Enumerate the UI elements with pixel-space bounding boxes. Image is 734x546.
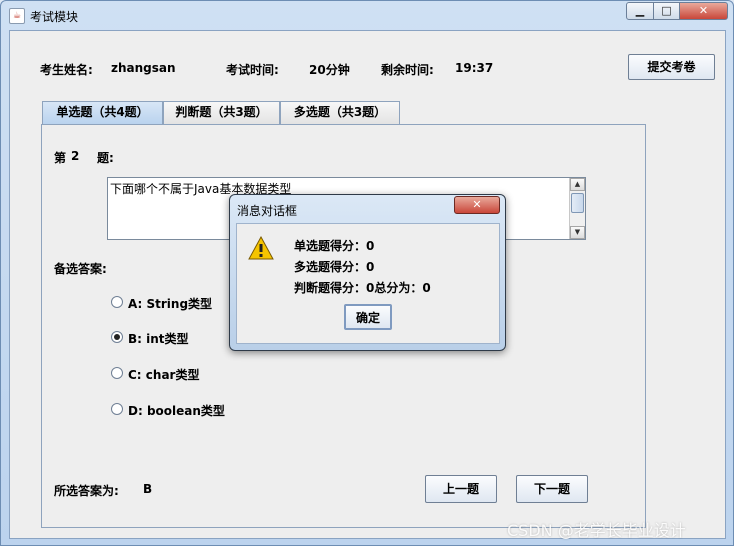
option-b-label[interactable]: B: int类型 bbox=[128, 330, 189, 347]
dialog-line-multiple: 多选题得分：0 bbox=[294, 260, 375, 274]
option-d-label[interactable]: D: boolean类型 bbox=[128, 402, 225, 419]
title-bar[interactable]: ☕ 考试模块 ▁ □ ✕ bbox=[1, 1, 733, 29]
dialog-body: 单选题得分：0 多选题得分：0 判断题得分：0总分为：0 确定 bbox=[236, 223, 500, 344]
option-a-radio[interactable] bbox=[111, 296, 123, 308]
option-c-radio[interactable] bbox=[111, 367, 123, 379]
next-question-button[interactable]: 下一题 bbox=[516, 475, 588, 503]
remaining-time-value: 19:37 bbox=[455, 61, 494, 75]
tab-single-choice[interactable]: 单选题（共4题） bbox=[42, 101, 163, 125]
minimize-button[interactable]: ▁ bbox=[626, 2, 654, 20]
selected-answer-value: B bbox=[143, 482, 153, 496]
student-name-label: 考生姓名: bbox=[40, 63, 93, 77]
options-label: 备选答案: bbox=[54, 262, 107, 276]
dialog-close-button[interactable]: ✕ bbox=[454, 196, 500, 214]
option-b-radio[interactable] bbox=[111, 331, 123, 343]
previous-question-button[interactable]: 上一题 bbox=[425, 475, 497, 503]
tab-true-false[interactable]: 判断题（共3题） bbox=[163, 101, 280, 124]
scroll-up-icon[interactable]: ▲ bbox=[570, 178, 585, 191]
warning-icon bbox=[248, 236, 274, 260]
question-number-suffix: 题: bbox=[97, 151, 114, 165]
scroll-down-icon[interactable]: ▼ bbox=[570, 226, 585, 239]
student-name-value: zhangsan bbox=[111, 61, 176, 75]
maximize-button[interactable]: □ bbox=[653, 2, 680, 20]
dialog-line-single: 单选题得分：0 bbox=[294, 239, 375, 253]
question-scrollbar[interactable]: ▲ ▼ bbox=[569, 178, 585, 239]
selected-answer-label: 所选答案为: bbox=[54, 484, 119, 498]
submit-exam-button[interactable]: 提交考卷 bbox=[628, 54, 715, 80]
question-number: 2 bbox=[71, 149, 80, 163]
question-number-prefix: 第 bbox=[54, 151, 67, 165]
option-a-label[interactable]: A: String类型 bbox=[128, 295, 212, 312]
exam-time-label: 考试时间: bbox=[226, 63, 279, 77]
csdn-watermark: CSDN @老学长毕业设计 bbox=[507, 521, 686, 540]
exam-time-value: 20分钟 bbox=[309, 63, 350, 77]
option-c-label[interactable]: C: char类型 bbox=[128, 366, 199, 383]
java-app-icon: ☕ bbox=[9, 8, 25, 24]
window-title: 考试模块 bbox=[30, 10, 79, 24]
dialog-ok-button[interactable]: 确定 bbox=[344, 304, 392, 330]
option-d-radio[interactable] bbox=[111, 403, 123, 415]
tab-multiple-choice[interactable]: 多选题（共3题） bbox=[280, 101, 400, 124]
dialog-title: 消息对话框 bbox=[237, 204, 298, 218]
close-button[interactable]: ✕ bbox=[679, 2, 728, 20]
message-dialog: 消息对话框 ✕ 单选题得分：0 多选题得分：0 判断题得分：0总分为：0 确定 bbox=[229, 194, 506, 351]
remaining-time-label: 剩余时间: bbox=[381, 63, 434, 77]
dialog-line-truefalse-total: 判断题得分：0总分为：0 bbox=[294, 281, 431, 295]
scroll-thumb[interactable] bbox=[571, 193, 584, 213]
